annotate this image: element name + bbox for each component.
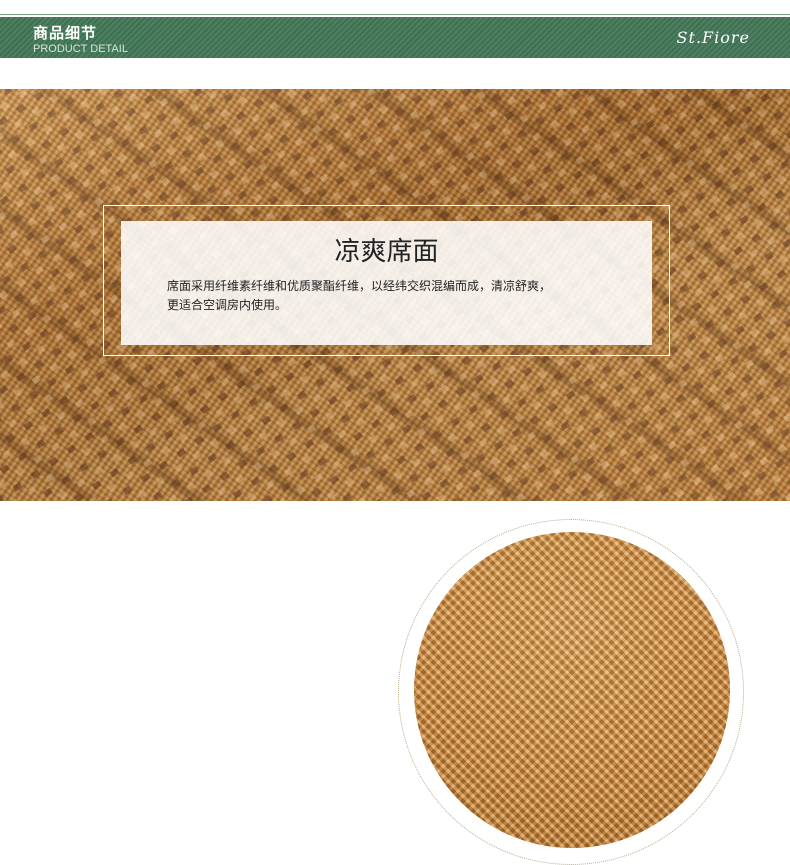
section-subtitle: PRODUCT DETAIL [33, 43, 128, 55]
feature-title: 凉爽席面 [334, 237, 439, 267]
feature-description: 席面采用纤维素纤维和优质聚酯纤维，以经纬交织混编而成，清凉舒爽， 更适合空调房内… [167, 277, 619, 315]
feature-description-line-2: 更适合空调房内使用。 [167, 298, 288, 312]
section-title: 商品细节 [33, 24, 98, 42]
header-top-rule [0, 14, 790, 15]
section-header: 商品细节 PRODUCT DETAIL St.Fiore [0, 17, 790, 58]
brand-logo: St.Fiore [676, 28, 750, 47]
mesh-detail-image [414, 532, 730, 848]
feature-description-line-1: 席面采用纤维素纤维和优质聚酯纤维，以经纬交织混编而成，清凉舒爽， [167, 279, 552, 293]
feature-panel: 凉爽席面 席面采用纤维素纤维和优质聚酯纤维，以经纬交织混编而成，清凉舒爽， 更适… [121, 221, 652, 345]
